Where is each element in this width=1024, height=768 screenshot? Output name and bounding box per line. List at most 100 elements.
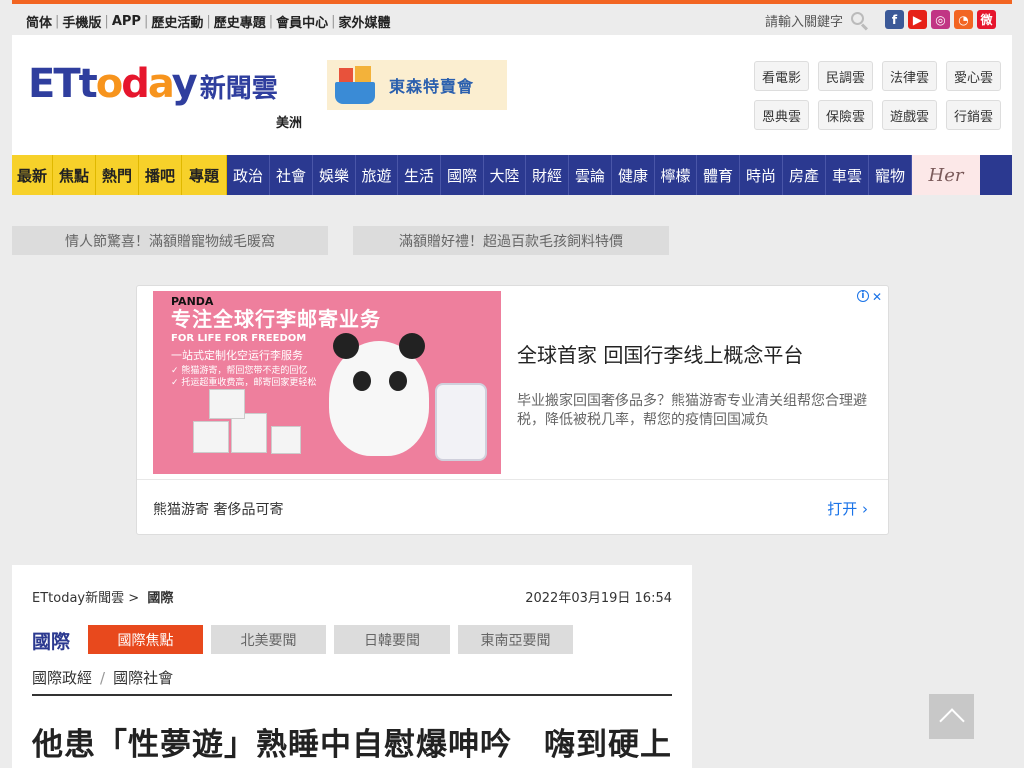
ad-headline[interactable]: 全球首家 回国行李线上概念平台 [517, 339, 803, 368]
rss-icon[interactable]: ◔ [954, 10, 973, 29]
link-simplified[interactable]: 简体 [26, 12, 52, 31]
ad-body: 毕业搬家回国奢侈品多？熊猫游寄专业清关组帮您合理避税，降低被税几率，帮您的疫情回… [517, 393, 867, 428]
nav-international[interactable]: 國際 [441, 155, 484, 195]
link-outdoor-media[interactable]: 家外媒體 [339, 12, 391, 31]
top-bar: 简体 | 手機版 | APP | 歷史活動 | 歷史專題 | 會員中心 | 家外媒體 請輸入… [12, 4, 1012, 35]
region-label[interactable]: 美洲 [276, 112, 302, 131]
parcel-box [209, 389, 245, 419]
site-header: ET today 新聞雲 美洲 東森特賣會 看電影 民調雲 法律雲 愛心雲 恩典… [12, 35, 1012, 155]
nav-life[interactable]: 生活 [398, 155, 441, 195]
nav-sports[interactable]: 體育 [697, 155, 740, 195]
hub-charity[interactable]: 愛心雲 [946, 61, 1001, 91]
nav-latest[interactable]: 最新 [12, 155, 53, 195]
ad-image-point-2: ✓ 托运超重收费高，邮寄回家更轻松 [171, 378, 317, 388]
subcategories: 國際政經 / 國際社會 [32, 667, 174, 688]
nav-podcast[interactable]: 播吧 [139, 155, 182, 195]
promo-link-1[interactable]: 情人節驚喜！滿額贈寵物絨毛暖窩 [12, 226, 328, 255]
article-headline: 他患「性夢遊」熟睡中自慰爆呻吟 嗨到硬上 [32, 727, 672, 763]
nav-property[interactable]: 房產 [783, 155, 826, 195]
subcat-society[interactable]: 國際社會 [113, 667, 173, 688]
ad-advertiser: 熊猫游寄 奢侈品可寄 [153, 502, 284, 518]
site-logo[interactable]: ET today 新聞雲 [28, 61, 278, 107]
hub-grace[interactable]: 恩典雲 [754, 100, 809, 130]
link-mobile[interactable]: 手機版 [62, 12, 101, 31]
nav-pets[interactable]: 寵物 [869, 155, 912, 195]
social-links: f ▶ ◎ ◔ 微 [885, 10, 996, 29]
nav-travel[interactable]: 旅遊 [356, 155, 398, 195]
logo-chinese: 新聞雲 [199, 74, 278, 104]
nav-focus[interactable]: 焦點 [53, 155, 96, 195]
logo-et: ET [28, 61, 81, 107]
hub-marketing[interactable]: 行銷雲 [946, 100, 1001, 130]
section-tabs: 國際焦點 北美要聞 日韓要聞 東南亞要聞 [88, 625, 573, 654]
nav-politics[interactable]: 政治 [227, 155, 270, 195]
tab-intl-focus[interactable]: 國際焦點 [88, 625, 203, 654]
nav-topics[interactable]: 專題 [182, 155, 227, 195]
link-app[interactable]: APP [112, 14, 141, 29]
back-to-top-button[interactable] [929, 694, 974, 739]
ad-choices[interactable]: i ✕ [856, 290, 882, 304]
logo-today: today [78, 61, 198, 107]
top-links: 简体 | 手機版 | APP | 歷史活動 | 歷史專題 | 會員中心 | 家外媒體 [26, 12, 391, 31]
parcel-box [271, 426, 301, 454]
instagram-icon[interactable]: ◎ [931, 10, 950, 29]
shopping-basket-icon [333, 64, 377, 106]
nav-health[interactable]: 健康 [612, 155, 655, 195]
ad-unit[interactable]: PANDA 专注全球行李邮寄业务 FOR LIFE FOR FREEDOM 一站… [136, 285, 889, 535]
hub-polls[interactable]: 民調雲 [818, 61, 873, 91]
banner-text: 東森特賣會 [389, 77, 475, 96]
nav-her[interactable]: Her [912, 155, 980, 195]
hub-games[interactable]: 遊戲雲 [882, 100, 937, 130]
youtube-icon[interactable]: ▶ [908, 10, 927, 29]
nav-lemon[interactable]: 檸檬 [655, 155, 697, 195]
ad-open-button[interactable]: 打开 › [827, 498, 868, 519]
hub-law[interactable]: 法律雲 [882, 61, 937, 91]
ad-image[interactable]: PANDA 专注全球行李邮寄业务 FOR LIFE FOR FREEDOM 一站… [153, 291, 501, 474]
promo-link-2[interactable]: 滿額贈好禮！超過百款毛孩飼料特價 [353, 226, 669, 255]
ad-image-slogan: 专注全球行李邮寄业务 [171, 307, 381, 331]
facebook-icon[interactable]: f [885, 10, 904, 29]
nav-entertainment[interactable]: 娛樂 [313, 155, 356, 195]
panda-eye [353, 371, 371, 391]
nav-finance[interactable]: 財經 [526, 155, 569, 195]
tab-japan-korea[interactable]: 日韓要聞 [334, 625, 450, 654]
parcel-box [193, 421, 229, 453]
link-history-topics[interactable]: 歷史專題 [214, 12, 266, 31]
search-input[interactable]: 請輸入關鍵字 [765, 11, 843, 30]
search-icon[interactable] [851, 11, 869, 31]
panda-eye [389, 371, 407, 391]
hub-insurance[interactable]: 保險雲 [818, 100, 873, 130]
cloud-hubs: 看電影 民調雲 法律雲 愛心雲 恩典雲 保險雲 遊戲雲 行銷雲 [754, 61, 1001, 130]
subcat-politics-economy[interactable]: 國際政經 [32, 667, 92, 688]
suitcase [435, 383, 487, 461]
info-icon[interactable]: i [856, 290, 869, 302]
main-nav: 最新 焦點 熱門 播吧 專題 政治 社會 娛樂 旅遊 生活 國際 大陸 財經 雲… [12, 155, 1012, 195]
tab-southeast-asia[interactable]: 東南亞要聞 [458, 625, 573, 654]
close-icon[interactable]: ✕ [872, 290, 882, 304]
nav-society[interactable]: 社會 [270, 155, 313, 195]
panda-ear [399, 333, 425, 359]
weibo-icon[interactable]: 微 [977, 10, 996, 29]
ad-image-tagline: FOR LIFE FOR FREEDOM [171, 333, 307, 344]
hub-movies[interactable]: 看電影 [754, 61, 809, 91]
section-title[interactable]: 國際 [32, 627, 70, 654]
parcel-box [231, 413, 267, 453]
nav-china[interactable]: 大陸 [484, 155, 526, 195]
shop-banner[interactable]: 東森特賣會 [327, 60, 507, 110]
nav-opinion[interactable]: 雲論 [569, 155, 612, 195]
divider [32, 694, 672, 696]
breadcrumb: ETtoday新聞雲 > 國際 [32, 587, 173, 606]
nav-cars[interactable]: 車雲 [826, 155, 869, 195]
ad-footer: 熊猫游寄 奢侈品可寄 打开 › [137, 479, 888, 534]
link-history-events[interactable]: 歷史活動 [151, 12, 203, 31]
chevron-up-icon [939, 708, 965, 734]
tab-north-america[interactable]: 北美要聞 [211, 625, 326, 654]
search-area[interactable]: 請輸入關鍵字 [765, 11, 869, 31]
breadcrumb-section[interactable]: 國際 [147, 591, 173, 606]
link-member-center[interactable]: 會員中心 [276, 12, 328, 31]
nav-fashion[interactable]: 時尚 [740, 155, 783, 195]
breadcrumb-site[interactable]: ETtoday新聞雲 > [32, 591, 139, 606]
ad-image-service: 一站式定制化空运行李服务 [171, 349, 303, 362]
nav-hot[interactable]: 熱門 [96, 155, 139, 195]
panda-ear [333, 333, 359, 359]
